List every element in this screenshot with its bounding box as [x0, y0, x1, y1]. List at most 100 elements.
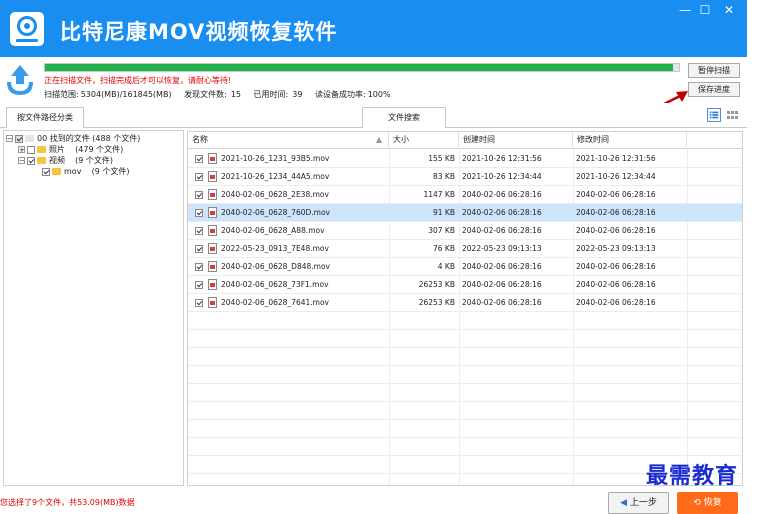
table-row[interactable]: 2040-02-06_0628_7641.mov 26253 KB 2040-02-…	[188, 294, 742, 312]
row-checkbox[interactable]	[195, 191, 203, 199]
file-modified: 2021-10-26 12:34:44	[576, 172, 656, 181]
file-size: 76 KB	[433, 244, 455, 253]
app-title: 比特尼康MOV视频恢复软件	[60, 20, 338, 44]
sort-icon: ▲	[375, 135, 382, 144]
mov-file-icon	[208, 207, 217, 218]
read-value: 100%	[367, 90, 391, 99]
file-name: 2040-02-06_0628_760D.mov	[221, 208, 330, 217]
empty-row	[188, 384, 742, 402]
grid-view-icon[interactable]	[725, 108, 739, 122]
tree-checkbox[interactable]	[27, 145, 35, 154]
tree-node-mov[interactable]: mov (9 个文件)	[42, 166, 129, 177]
table-row[interactable]: 2021-10-26_1234_44A5.mov 83 KB 2021-10-26 …	[188, 168, 742, 186]
file-created: 2022-05-23 09:13:13	[462, 244, 542, 253]
row-checkbox[interactable]	[195, 155, 203, 163]
maximize-button[interactable]: ☐	[696, 2, 714, 18]
file-created: 2021-10-26 12:31:56	[462, 154, 542, 163]
file-name: 2040-02-06_0628_73F1.mov	[221, 280, 329, 289]
scan-progress-fill	[45, 64, 673, 71]
previous-button[interactable]: ◀ 上一步	[608, 492, 669, 514]
folder-icon	[37, 146, 46, 153]
selection-message: 您选择了9个文件，共53.09(MB)数据	[0, 498, 135, 507]
file-name: 2040-02-06_0628_D848.mov	[221, 262, 330, 271]
tree-node-photos[interactable]: + 照片 (479 个文件)	[18, 144, 123, 155]
tree-checkbox[interactable]	[42, 167, 50, 176]
table-row[interactable]: 2040-02-06_0628_2E38.mov 1147 KB 2040-02-0…	[188, 186, 742, 204]
mov-file-icon	[208, 243, 217, 254]
read-label: 读设备成功率:	[314, 90, 366, 99]
file-name: 2040-02-06_0628_7641.mov	[221, 298, 329, 307]
column-modified[interactable]: 修改时间	[573, 132, 687, 148]
collapse-icon[interactable]: −	[18, 157, 25, 165]
tab-path-category[interactable]: 按文件路径分类	[6, 107, 84, 128]
file-table: 名称 ▲ 大小 创建时间 修改时间 2021-10-26_1231_93B5.mo…	[187, 131, 743, 486]
expand-icon[interactable]: +	[18, 146, 25, 154]
tree-node-root[interactable]: − 00 找到的文件 (488 个文件)	[6, 133, 140, 144]
range-value: 5304(MB)/161845(MB)	[80, 90, 172, 99]
empty-row	[188, 438, 742, 456]
mov-file-icon	[208, 297, 217, 308]
scan-progress-bar	[44, 63, 680, 72]
time-label: 已用时间:	[253, 90, 289, 99]
pause-scan-button[interactable]: 暂停扫描	[688, 63, 740, 78]
table-row[interactable]: 2040-02-06_0628_73F1.mov 26253 KB 2040-02-…	[188, 276, 742, 294]
back-arrow-icon: ◀	[620, 498, 630, 508]
tree-mov-label: mov	[64, 167, 82, 176]
file-name: 2040-02-06_0628_2E38.mov	[221, 190, 329, 199]
empty-row	[188, 312, 742, 330]
collapse-icon[interactable]: −	[6, 135, 13, 143]
folder-icon	[37, 157, 46, 164]
table-row[interactable]: 2021-10-26_1231_93B5.mov 155 KB 2021-10-26…	[188, 150, 742, 168]
mov-file-icon	[208, 225, 217, 236]
title-bar: 比特尼康MOV视频恢复软件 — ☐ ✕	[0, 0, 747, 57]
watermark: 最需教育	[646, 463, 739, 489]
row-checkbox[interactable]	[195, 173, 203, 181]
column-created[interactable]: 创建时间	[459, 132, 573, 148]
mov-file-icon	[208, 279, 217, 290]
row-checkbox[interactable]	[195, 227, 203, 235]
tree-video-label: 视频	[49, 156, 65, 165]
table-row[interactable]: 2022-05-23_0913_7E48.mov 76 KB 2022-05-23 …	[188, 240, 742, 258]
row-checkbox[interactable]	[195, 299, 203, 307]
empty-row	[188, 402, 742, 420]
row-checkbox[interactable]	[195, 281, 203, 289]
file-modified: 2040-02-06 06:28:16	[576, 262, 656, 271]
file-size: 155 KB	[428, 154, 455, 163]
table-row[interactable]: 2040-02-06_0628_A88.mov 307 KB 2040-02-06 …	[188, 222, 742, 240]
empty-row	[188, 420, 742, 438]
mov-file-icon	[208, 261, 217, 272]
recover-button-label: 恢复	[703, 498, 722, 508]
table-row[interactable]: 2040-02-06_0628_D848.mov 4 KB 2040-02-06 0…	[188, 258, 742, 276]
list-view-icon[interactable]	[707, 108, 721, 122]
recover-button[interactable]: ⟲ 恢复	[677, 492, 738, 514]
row-checkbox[interactable]	[195, 245, 203, 253]
tree-checkbox[interactable]	[15, 134, 23, 143]
table-row[interactable]: 2040-02-06_0628_760D.mov 91 KB 2040-02-06 …	[188, 204, 742, 222]
empty-row	[188, 348, 742, 366]
mov-file-icon	[208, 153, 217, 164]
save-progress-button[interactable]: 保存进度	[688, 82, 740, 97]
column-size[interactable]: 大小	[389, 132, 459, 148]
tree-checkbox[interactable]	[27, 156, 35, 165]
file-name: 2022-05-23_0913_7E48.mov	[221, 244, 329, 253]
found-label: 发现文件数:	[184, 90, 227, 99]
column-name[interactable]: 名称 ▲	[188, 132, 389, 148]
row-checkbox[interactable]	[195, 263, 203, 271]
file-size: 83 KB	[433, 172, 455, 181]
tree-node-video[interactable]: − 视频 (9 个文件)	[18, 155, 113, 166]
file-modified: 2040-02-06 06:28:16	[576, 298, 656, 307]
row-checkbox[interactable]	[195, 209, 203, 217]
file-modified: 2040-02-06 06:28:16	[576, 226, 656, 235]
tree-root-label: 00 找到的文件	[37, 134, 90, 143]
file-size: 26253 KB	[418, 298, 455, 307]
close-button[interactable]: ✕	[720, 2, 738, 18]
scan-message: 正在扫描文件，扫描完成后才可以恢复，请耐心等待!	[44, 76, 232, 85]
file-created: 2040-02-06 06:28:16	[462, 298, 542, 307]
tree-photos-count: (479 个文件)	[75, 145, 124, 154]
table-header: 名称 ▲ 大小 创建时间 修改时间	[188, 132, 742, 149]
file-created: 2040-02-06 06:28:16	[462, 190, 542, 199]
tab-file-search[interactable]: 文件搜索	[362, 107, 446, 128]
file-modified: 2021-10-26 12:31:56	[576, 154, 656, 163]
file-size: 4 KB	[437, 262, 455, 271]
minimize-button[interactable]: —	[676, 2, 694, 18]
